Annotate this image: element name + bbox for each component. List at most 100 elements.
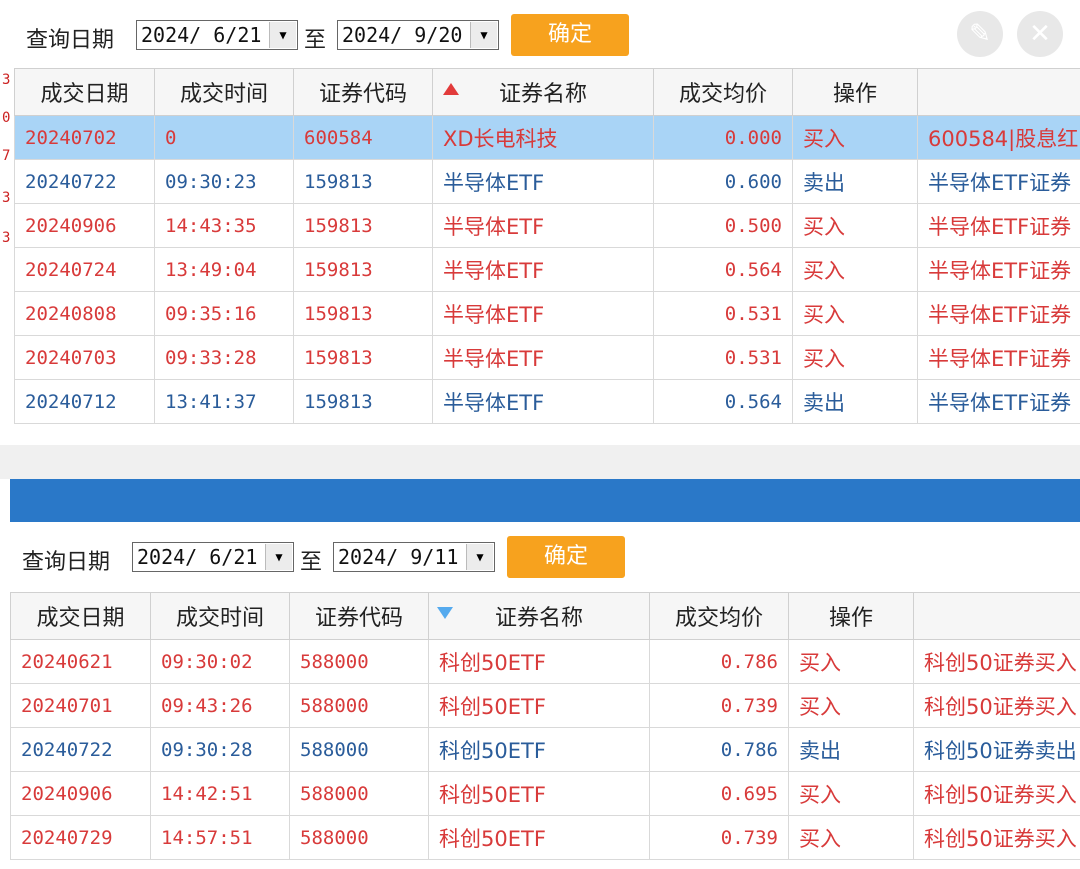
cell-note: 半导体ETF证券 <box>917 203 1080 248</box>
cell-time: 13:41:37 <box>154 379 294 424</box>
title-bar <box>10 479 1080 522</box>
cell-price: 0.739 <box>649 815 789 860</box>
col-header-time[interactable]: 成交时间 <box>150 592 290 640</box>
chevron-down-icon[interactable]: ▼ <box>269 22 296 48</box>
table-row[interactable]: 20240703 09:33:28 159813 半导体ETF 0.531 买入 半导体ET… <box>14 335 1080 380</box>
cell-name: 科创50ETF <box>428 683 650 728</box>
table-row[interactable]: 20240906 14:42:51 588000 科创50ETF 0.695 买入 科创50… <box>10 771 1080 816</box>
cell-code: 159813 <box>293 247 433 292</box>
cell-time: 14:57:51 <box>150 815 290 860</box>
edge-char: 7 <box>2 148 11 164</box>
cell-time: 14:42:51 <box>150 771 290 816</box>
col-header-code[interactable]: 证券代码 <box>293 68 433 116</box>
cell-code: 159813 <box>293 379 433 424</box>
cell-name: 科创50ETF <box>428 639 650 684</box>
table-row[interactable]: 20240702 0 600584 XD长电科技 0.000 买入 600584|股息红 <box>14 115 1080 160</box>
cell-date: 20240722 <box>10 727 151 772</box>
cell-op: 买入 <box>792 247 918 292</box>
col-header-op[interactable]: 操作 <box>788 592 914 640</box>
table-row[interactable]: 20240722 09:30:23 159813 半导体ETF 0.600 卖出 半导体ET… <box>14 159 1080 204</box>
cell-code: 159813 <box>293 159 433 204</box>
cell-price: 0.500 <box>653 203 793 248</box>
confirm-button[interactable]: 确定 <box>511 14 629 56</box>
chevron-down-icon[interactable]: ▼ <box>265 544 292 570</box>
cell-name: 半导体ETF <box>432 291 654 336</box>
cell-name: 科创50ETF <box>428 771 650 816</box>
bottom-trade-panel: 查询日期 2024/ 6/21 ▼ 至 2024/ 9/11 ▼ 确定 成交日期… <box>0 522 1080 869</box>
cell-price: 0.786 <box>649 639 789 684</box>
table-row[interactable]: 20240621 09:30:02 588000 科创50ETF 0.786 买入 科创50… <box>10 639 1080 684</box>
trade-table: 成交日期 成交时间 证券代码 证券名称 成交均价 操作 20240702 0 600… <box>14 68 1080 424</box>
end-date-picker[interactable]: 2024/ 9/20 ▼ <box>337 20 499 50</box>
table-row[interactable]: 20240808 09:35:16 159813 半导体ETF 0.531 买入 半导体ET… <box>14 291 1080 336</box>
col-header-name[interactable]: 证券名称 <box>428 592 650 640</box>
cell-time: 09:35:16 <box>154 291 294 336</box>
col-header-price[interactable]: 成交均价 <box>653 68 793 116</box>
end-date-picker[interactable]: 2024/ 9/11 ▼ <box>333 542 495 572</box>
chevron-down-icon[interactable]: ▼ <box>470 22 497 48</box>
edit-icon[interactable]: ✎ <box>957 11 1003 57</box>
cell-price: 0.695 <box>649 771 789 816</box>
col-header-op[interactable]: 操作 <box>792 68 918 116</box>
table-row[interactable]: 20240701 09:43:26 588000 科创50ETF 0.739 买入 科创50… <box>10 683 1080 728</box>
chevron-down-icon[interactable]: ▼ <box>466 544 493 570</box>
cell-note: 科创50证券买入 <box>913 771 1080 816</box>
to-label: 至 <box>300 550 323 575</box>
start-date-picker[interactable]: 2024/ 6/21 ▼ <box>132 542 294 572</box>
col-header-note[interactable] <box>913 592 1080 640</box>
cell-name: XD长电科技 <box>432 115 654 160</box>
cell-note: 半导体ETF证券 <box>917 379 1080 424</box>
sort-ascending-icon <box>443 83 459 95</box>
cell-time: 09:33:28 <box>154 335 294 380</box>
cell-price: 0.786 <box>649 727 789 772</box>
end-date-value: 2024/ 9/11 <box>338 545 459 569</box>
col-header-name-label: 证券名称 <box>498 82 587 107</box>
query-bar: 查询日期 2024/ 6/21 ▼ 至 2024/ 9/20 ▼ 确定 <box>0 12 1080 62</box>
cell-code: 588000 <box>289 815 429 860</box>
col-header-code[interactable]: 证券代码 <box>289 592 429 640</box>
cell-date: 20240724 <box>14 247 155 292</box>
query-date-label: 查询日期 <box>22 550 111 575</box>
cell-price: 0.000 <box>653 115 793 160</box>
sort-descending-icon <box>437 607 453 619</box>
col-header-price[interactable]: 成交均价 <box>649 592 789 640</box>
cell-code: 588000 <box>289 639 429 684</box>
col-header-name[interactable]: 证券名称 <box>432 68 654 116</box>
cell-note: 科创50证券买入 <box>913 683 1080 728</box>
cell-time: 13:49:04 <box>154 247 294 292</box>
table-row[interactable]: 20240729 14:57:51 588000 科创50ETF 0.739 买入 科创50… <box>10 815 1080 860</box>
cell-note: 半导体ETF证券 <box>917 159 1080 204</box>
cell-price: 0.739 <box>649 683 789 728</box>
confirm-button[interactable]: 确定 <box>507 536 625 578</box>
cell-date: 20240906 <box>10 771 151 816</box>
cell-code: 159813 <box>293 203 433 248</box>
query-bar: 查询日期 2024/ 6/21 ▼ 至 2024/ 9/11 ▼ 确定 <box>0 534 1080 584</box>
cell-op: 卖出 <box>788 727 914 772</box>
start-date-picker[interactable]: 2024/ 6/21 ▼ <box>136 20 298 50</box>
table-row[interactable]: 20240722 09:30:28 588000 科创50ETF 0.786 卖出 科创50… <box>10 727 1080 772</box>
end-date-value: 2024/ 9/20 <box>342 23 463 47</box>
cell-price: 0.600 <box>653 159 793 204</box>
cell-op: 买入 <box>788 815 914 860</box>
col-header-note[interactable] <box>917 68 1080 116</box>
close-icon[interactable]: ✕ <box>1017 11 1063 57</box>
col-header-date[interactable]: 成交日期 <box>10 592 151 640</box>
cell-name: 半导体ETF <box>432 203 654 248</box>
cell-time: 09:30:02 <box>150 639 290 684</box>
cell-name: 半导体ETF <box>432 159 654 204</box>
cell-note: 半导体ETF证券 <box>917 335 1080 380</box>
cell-date: 20240702 <box>14 115 155 160</box>
col-header-time[interactable]: 成交时间 <box>154 68 294 116</box>
trade-table: 成交日期 成交时间 证券代码 证券名称 成交均价 操作 20240621 09:3… <box>10 592 1080 860</box>
cell-name: 半导体ETF <box>432 335 654 380</box>
cell-date: 20240701 <box>10 683 151 728</box>
cell-time: 09:30:28 <box>150 727 290 772</box>
cell-time: 09:43:26 <box>150 683 290 728</box>
cell-date: 20240906 <box>14 203 155 248</box>
cell-time: 14:43:35 <box>154 203 294 248</box>
table-row[interactable]: 20240724 13:49:04 159813 半导体ETF 0.564 买入 半导体ET… <box>14 247 1080 292</box>
cell-op: 买入 <box>788 683 914 728</box>
table-row[interactable]: 20240906 14:43:35 159813 半导体ETF 0.500 买入 半导体ET… <box>14 203 1080 248</box>
table-row[interactable]: 20240712 13:41:37 159813 半导体ETF 0.564 卖出 半导体ET… <box>14 379 1080 424</box>
col-header-date[interactable]: 成交日期 <box>14 68 155 116</box>
